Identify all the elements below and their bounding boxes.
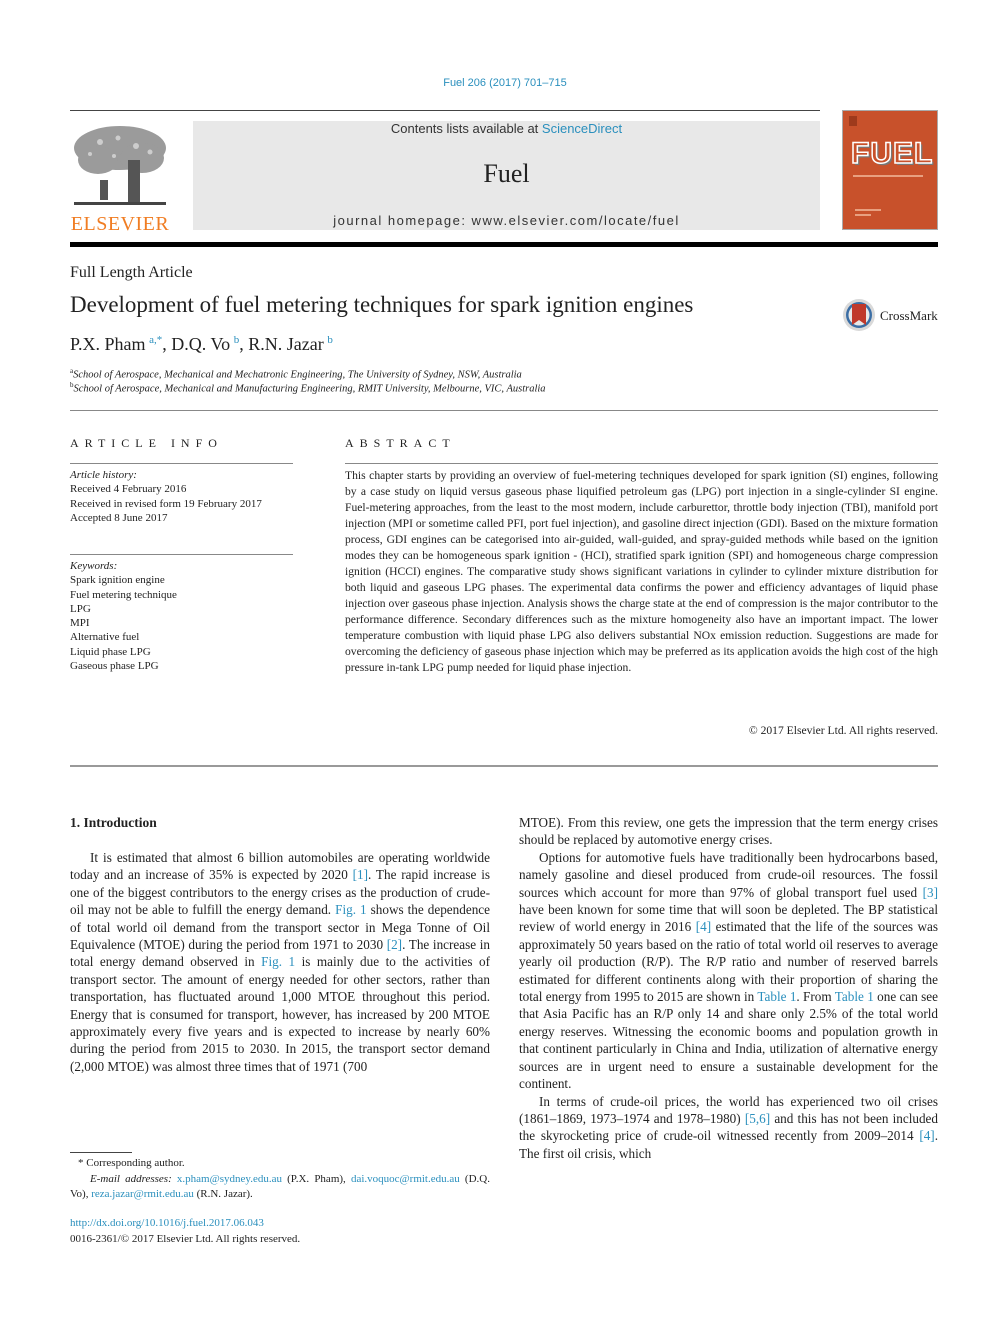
divider <box>70 554 293 555</box>
citation-link[interactable]: [1] <box>353 867 368 882</box>
journal-homepage[interactable]: journal homepage: www.elsevier.com/locat… <box>193 213 820 228</box>
author-affiliation-mark[interactable]: b <box>234 334 240 346</box>
author-name[interactable]: R.N. Jazar <box>248 334 323 354</box>
paragraph: Options for automotive fuels have tradit… <box>519 849 938 1093</box>
history-item: Received 4 February 2016 <box>70 483 187 496</box>
body-column-right: MTOE). From this review, one gets the im… <box>519 814 938 1162</box>
history-item: Received in revised form 19 February 201… <box>70 497 262 510</box>
issn-copyright: 0016-2361/© 2017 Elsevier Ltd. All right… <box>70 1232 301 1245</box>
body-column-left: It is estimated that almost 6 billion au… <box>70 849 490 1075</box>
keyword: Fuel metering technique <box>70 588 177 601</box>
article-type: Full Length Article <box>70 264 193 281</box>
crossmark-label: CrossMark <box>880 308 938 323</box>
text-run: Options for automotive fuels have tradit… <box>519 849 938 900</box>
journal-cover-thumbnail[interactable]: FUEL <box>842 110 938 230</box>
corresponding-author-note: * Corresponding author. <box>78 1157 185 1169</box>
divider <box>70 463 293 464</box>
affiliation-text: School of Aerospace, Mechanical and Mech… <box>73 369 522 381</box>
abstract-heading: ABSTRACT <box>345 436 456 450</box>
text-run: is mainly due to the activities of trans… <box>70 954 491 1074</box>
citation-link[interactable]: [2] <box>387 937 402 952</box>
citation-link[interactable]: [3] <box>923 885 938 900</box>
email-owner: (R.N. Jazar). <box>193 1188 253 1200</box>
keyword: Spark ignition engine <box>70 574 165 587</box>
keyword: MPI <box>70 617 90 630</box>
paragraph: In terms of crude-oil prices, the world … <box>519 1093 938 1163</box>
affiliation: aSchool of Aerospace, Mechanical and Mec… <box>70 367 522 381</box>
email-owner: (P.X. Pham), <box>281 1172 351 1185</box>
email-addresses: E-mail addresses: x.pham@sydney.edu.au (… <box>70 1172 490 1203</box>
keywords-label: Keywords: <box>70 560 118 572</box>
crossmark-button[interactable]: CrossMark <box>842 298 942 334</box>
citation-link[interactable]: Table 1 <box>757 989 796 1004</box>
text-run: . From <box>796 989 835 1005</box>
email-link[interactable]: reza.jazar@rmit.edu.au <box>91 1188 194 1200</box>
history-label: Article history: <box>70 469 137 481</box>
affiliation-text: School of Aerospace, Mechanical and Manu… <box>73 383 546 395</box>
citation-link[interactable]: Fig. 1 <box>335 902 367 917</box>
contents-prefix: Contents lists available at <box>390 121 542 136</box>
journal-name: Fuel <box>483 159 530 188</box>
history-item: Accepted 8 June 2017 <box>70 511 168 524</box>
keyword: LPG <box>70 602 91 615</box>
article-title: Development of fuel metering techniques … <box>70 292 694 317</box>
author-list: P.X. Pham a,*, D.Q. Vo b, R.N. Jazar b <box>70 334 333 354</box>
cover-title: FUEL <box>850 136 934 171</box>
email-label: E-mail addresses: <box>90 1172 177 1185</box>
journal-banner: Contents lists available at ScienceDirec… <box>193 121 820 230</box>
author-affiliation-mark[interactable]: a,* <box>149 334 162 346</box>
article-info-heading: ARTICLE INFO <box>70 436 223 450</box>
affiliation: bSchool of Aerospace, Mechanical and Man… <box>70 381 546 395</box>
top-divider <box>70 110 820 111</box>
cover-publisher-mark <box>849 116 857 126</box>
author-name[interactable]: D.Q. Vo <box>171 334 230 354</box>
citation-link[interactable]: [5,6] <box>745 1111 770 1126</box>
contents-line: Contents lists available at ScienceDirec… <box>193 121 820 136</box>
email-link[interactable]: x.pham@sydney.edu.au <box>177 1173 282 1185</box>
doi-link[interactable]: http://dx.doi.org/10.1016/j.fuel.2017.06… <box>70 1217 264 1229</box>
masthead-thick-divider <box>70 242 938 247</box>
keywords: Keywords: Spark ignition engine Fuel met… <box>70 559 300 673</box>
citation-link[interactable]: [4] <box>919 1128 934 1143</box>
cover-footer-line <box>855 209 881 211</box>
article-history: Article history: Received 4 February 201… <box>70 468 300 525</box>
paragraph: It is estimated that almost 6 billion au… <box>70 849 490 1075</box>
paragraph: MTOE). From this review, one gets the im… <box>519 815 938 848</box>
divider <box>345 463 938 464</box>
abstract-copyright: © 2017 Elsevier Ltd. All rights reserved… <box>748 724 938 737</box>
abstract-text: This chapter starts by providing an over… <box>345 469 938 674</box>
elsevier-logo[interactable]: ELSEVIER <box>70 120 170 235</box>
email-link[interactable]: dai.voquoc@rmit.edu.au <box>351 1173 460 1185</box>
divider <box>70 410 938 411</box>
citation-link[interactable]: Table 1 <box>835 989 874 1004</box>
author-name[interactable]: P.X. Pham <box>70 334 146 354</box>
citation-link[interactable]: [4] <box>696 919 711 934</box>
cover-subtitle-line <box>853 175 923 177</box>
footnotes: * Corresponding author. E-mail addresses… <box>70 1156 490 1203</box>
keyword: Liquid phase LPG <box>70 645 151 658</box>
journal-citation[interactable]: Fuel 206 (2017) 701–715 <box>0 77 992 89</box>
elsevier-tree-icon <box>74 126 166 205</box>
sciencedirect-link[interactable]: ScienceDirect <box>542 121 622 136</box>
author-affiliation-mark[interactable]: b <box>327 334 333 346</box>
divider <box>70 765 938 767</box>
doi-block: http://dx.doi.org/10.1016/j.fuel.2017.06… <box>70 1216 300 1247</box>
citation-link[interactable]: Fig. 1 <box>261 954 295 969</box>
elsevier-wordmark: ELSEVIER <box>70 213 170 235</box>
section-heading: 1. Introduction <box>70 815 157 830</box>
footnote-divider <box>70 1152 132 1153</box>
cover-footer-line <box>855 214 871 216</box>
keyword: Alternative fuel <box>70 631 140 644</box>
crossmark-icon <box>843 299 875 331</box>
text-run: one can see that Asia Pacific has an R/P… <box>519 989 939 1092</box>
keyword: Gaseous phase LPG <box>70 660 159 673</box>
